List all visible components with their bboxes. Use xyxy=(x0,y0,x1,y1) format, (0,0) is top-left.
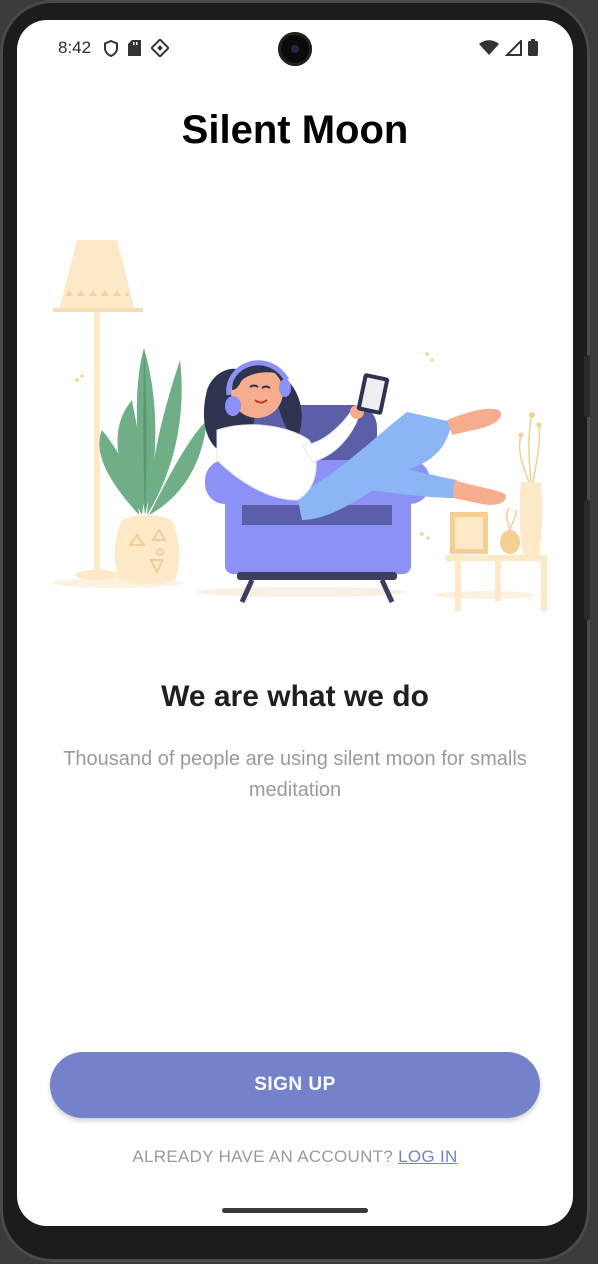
login-prompt-text: ALREADY HAVE AN ACCOUNT? xyxy=(132,1147,394,1166)
gesture-nav-handle[interactable] xyxy=(222,1208,368,1213)
onboarding-subtitle: Thousand of people are using silent moon… xyxy=(63,748,527,801)
front-camera xyxy=(278,32,312,66)
shield-icon xyxy=(104,39,118,62)
battery-icon xyxy=(528,39,538,61)
app-screen: 8:42 Silent Moon We are what we do Thous… xyxy=(17,20,573,1226)
wifi-icon xyxy=(479,39,499,61)
woman-relaxing-on-armchair-illustration xyxy=(47,230,557,620)
app-title: Silent Moon xyxy=(181,108,409,152)
app-shortcut-icon xyxy=(150,38,170,62)
status-bar: 8:42 xyxy=(17,20,573,78)
volume-button xyxy=(584,355,590,417)
sd-card-icon xyxy=(128,40,141,61)
login-prompt-row: ALREADY HAVE AN ACCOUNT? LOG IN xyxy=(17,1147,573,1167)
log-in-link[interactable]: LOG IN xyxy=(398,1147,457,1166)
power-button xyxy=(584,500,590,620)
cellular-signal-icon xyxy=(504,38,522,61)
device-frame: 8:42 Silent Moon We are what we do Thous… xyxy=(0,0,590,1262)
onboarding-headline: We are what we do xyxy=(161,680,429,713)
status-time: 8:42 xyxy=(58,38,92,57)
sign-up-button[interactable]: SIGN UP xyxy=(50,1052,540,1118)
